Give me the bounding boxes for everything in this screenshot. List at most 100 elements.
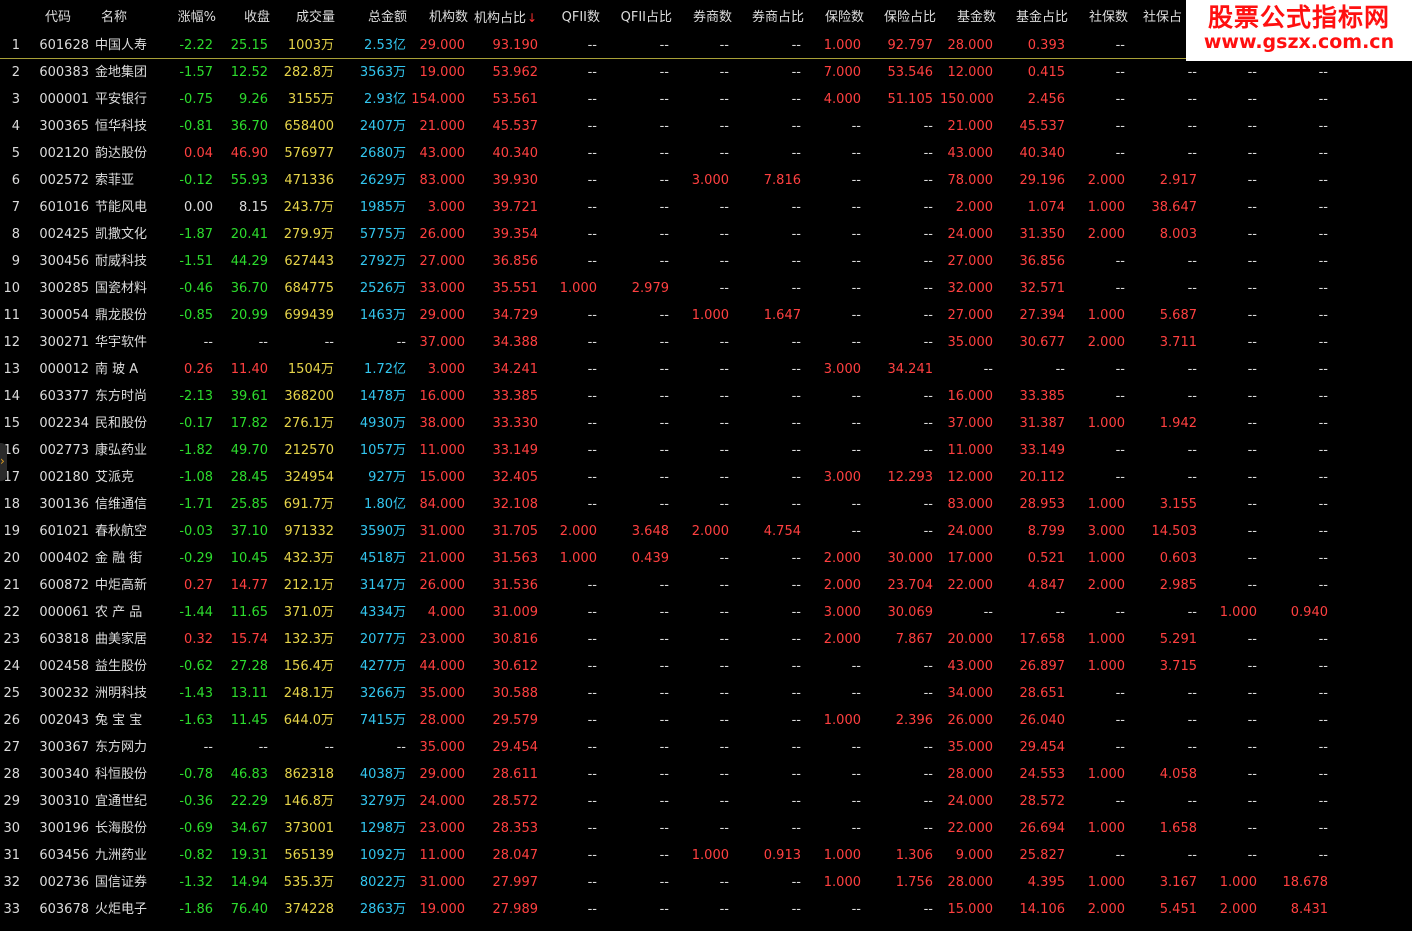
table-row[interactable]: 20 000402 金 融 街 -0.29 10.45 432.3万 4518万 21.000… [0, 545, 1412, 572]
table-row[interactable]: 28 300340 科恒股份 -0.78 46.83 862318 4038万 29.000 2… [0, 761, 1412, 788]
cell-ss-pct: 3.167 [1159, 875, 1197, 890]
cell-fund-pct: 24.553 [1019, 767, 1066, 782]
table-row[interactable]: 9 300456 耐威科技 -1.51 44.29 627443 2792万 27.000 36… [0, 248, 1412, 275]
header-social-security-count[interactable]: 社保数 [1076, 0, 1128, 32]
header-insurance-count[interactable]: 保险数 [812, 0, 864, 32]
cell-fund-cnt: 83.000 [947, 497, 994, 512]
table-row[interactable]: 27 300367 东方网力 -- -- -- -- 35.000 29.454 -- -- -- --… [0, 734, 1412, 761]
cell-name: 科恒股份 [95, 767, 148, 782]
cell-fund-cnt: 27.000 [947, 308, 994, 323]
table-row[interactable]: 32 002736 国信证券 -1.32 14.94 535.3万 8022万 31.000 2… [0, 869, 1412, 896]
cell-fund-cnt: 2.000 [955, 200, 993, 215]
cell-qfii-pct: -- [659, 362, 669, 377]
cell-x-pct: 0.940 [1290, 605, 1328, 620]
table-row[interactable]: 24 002458 益生股份 -0.62 27.28 156.4万 4277万 44.000 3… [0, 653, 1412, 680]
table-row[interactable]: 19 601021 春秋航空 -0.03 37.10 971332 3590万 31.000 3… [0, 518, 1412, 545]
cell-brk-pct: -- [791, 902, 801, 917]
cell-inst-pct: 40.340 [492, 146, 539, 161]
header-qfii-count[interactable]: QFII数 [548, 0, 600, 32]
header-volume[interactable]: 成交量 [285, 0, 335, 32]
header-inst-pct[interactable]: 机构占比↓ [474, 0, 546, 32]
cell-brk-cnt: -- [719, 794, 729, 809]
cell-qfii-pct: -- [659, 200, 669, 215]
cell-index: 30 [3, 821, 20, 836]
table-row[interactable]: 15 002234 民和股份 -0.17 17.82 276.1万 4930万 38.000 3… [0, 410, 1412, 437]
cell-amount: 7415万 [359, 713, 406, 728]
cell-ins-pct: 1.306 [895, 848, 933, 863]
header-amount[interactable]: 总金额 [357, 0, 407, 32]
cell-ss-pct: -- [1187, 740, 1197, 755]
cell-x-cnt: -- [1247, 119, 1257, 134]
table-row[interactable]: 8 002425 凯撒文化 -1.87 20.41 279.9万 5775万 26.000 39… [0, 221, 1412, 248]
table-row[interactable]: 7 601016 节能风电 0.00 8.15 243.7万 1985万 3.000 39.72… [0, 194, 1412, 221]
header-code[interactable]: 代码 [40, 0, 76, 32]
table-row[interactable]: 12 300271 华宇软件 -- -- -- -- 37.000 34.388 -- -- -- --… [0, 329, 1412, 356]
header-name[interactable]: 名称 [96, 0, 132, 32]
cell-fund-cnt: 150.000 [940, 92, 994, 107]
cell-inst-pct: 30.816 [492, 632, 539, 647]
header-inst-pct-label: 机构占比 [474, 11, 527, 26]
cell-name: 南 玻 A [95, 362, 139, 377]
cell-index: 20 [3, 551, 20, 566]
header-fund-count[interactable]: 基金数 [944, 0, 996, 32]
cell-fund-cnt: 22.000 [947, 821, 994, 836]
cell-ins-pct: -- [923, 524, 933, 539]
table-row[interactable]: 23 603818 曲美家居 0.32 15.74 132.3万 2077万 23.000 30… [0, 626, 1412, 653]
cell-change: -1.87 [179, 227, 213, 242]
table-row[interactable]: 33 603678 火炬电子 -1.86 76.40 374228 2863万 19.000 2… [0, 896, 1412, 923]
header-close[interactable]: 收盘 [230, 0, 270, 32]
cell-ss-pct: -- [1187, 470, 1197, 485]
cell-brk-pct: -- [791, 416, 801, 431]
cell-close: 11.45 [230, 713, 268, 728]
table-row[interactable]: 11 300054 鼎龙股份 -0.85 20.99 699439 1463万 29.000 3… [0, 302, 1412, 329]
cell-name: 金 融 街 [95, 551, 143, 566]
cell-index: 9 [11, 254, 20, 269]
header-inst-count[interactable]: 机构数 [420, 0, 468, 32]
cell-qfii-cnt: -- [587, 92, 597, 107]
table-row[interactable]: 21 600872 中炬高新 0.27 14.77 212.1万 3147万 26.000 31… [0, 572, 1412, 599]
table-row[interactable]: 13 000012 南 玻 A 0.26 11.40 1504万 1.72亿 3.000 34.… [0, 356, 1412, 383]
cell-x-pct: -- [1318, 740, 1328, 755]
cell-ss-cnt: -- [1115, 92, 1125, 107]
table-row[interactable]: 18 300136 信维通信 -1.71 25.85 691.7万 1.80亿 84.000 3… [0, 491, 1412, 518]
cell-inst-pct: 31.705 [492, 524, 539, 539]
header-broker-pct[interactable]: 券商占比 [740, 0, 804, 32]
header-fund-pct[interactable]: 基金占比 [1004, 0, 1068, 32]
header-qfii-pct[interactable]: QFII占比 [604, 0, 672, 32]
table-row[interactable]: 26 002043 兔 宝 宝 -1.63 11.45 644.0万 7415万 28.000… [0, 707, 1412, 734]
cell-fund-cnt: 28.000 [947, 767, 994, 782]
cell-brk-pct: -- [791, 362, 801, 377]
cell-index: 5 [11, 146, 20, 161]
table-row[interactable]: 30 300196 长海股份 -0.69 34.67 373001 1298万 23.000 2… [0, 815, 1412, 842]
cell-fund-cnt: 43.000 [947, 659, 994, 674]
table-row[interactable]: 2 600383 金地集团 -1.57 12.52 282.8万 3563万 19.000 53… [0, 59, 1412, 86]
cell-ss-cnt: 2.000 [1087, 227, 1125, 242]
cell-change: -0.12 [179, 173, 213, 188]
table-row[interactable]: 16 002773 康弘药业 -1.82 49.70 212570 1057万 11.000 3… [0, 437, 1412, 464]
table-row[interactable]: 25 300232 洲明科技 -1.43 13.11 248.1万 3266万 35.000 3… [0, 680, 1412, 707]
cell-index: 7 [11, 200, 20, 215]
table-row[interactable]: 22 000061 农 产 品 -1.44 11.65 371.0万 4334万 4.000 3… [0, 599, 1412, 626]
cell-x-cnt: -- [1247, 659, 1257, 674]
cell-name: 长海股份 [95, 821, 148, 836]
header-insurance-pct[interactable]: 保险占比 [872, 0, 936, 32]
cell-ins-pct: 23.704 [887, 578, 934, 593]
table-row[interactable]: 4 300365 恒华科技 -0.81 36.70 658400 2407万 21.000 45… [0, 113, 1412, 140]
table-row[interactable]: 14 603377 东方时尚 -2.13 39.61 368200 1478万 16.000 3… [0, 383, 1412, 410]
cell-fund-pct: 32.571 [1019, 281, 1066, 296]
header-change-pct[interactable]: 涨幅% [164, 0, 216, 32]
table-row[interactable]: 6 002572 索菲亚 -0.12 55.93 471336 2629万 83.000 39.… [0, 167, 1412, 194]
cell-volume: 1504万 [287, 362, 334, 377]
cell-ss-pct: 1.658 [1159, 821, 1197, 836]
cell-ss-cnt: -- [1115, 794, 1125, 809]
side-panel-handle[interactable]: › [0, 443, 7, 481]
table-row[interactable]: 31 603456 九洲药业 -0.82 19.31 565139 1092万 11.000 2… [0, 842, 1412, 869]
cell-inst-cnt: 23.000 [419, 821, 466, 836]
table-row[interactable]: 17 002180 艾派克 -1.08 28.45 324954 927万 15.000 32.… [0, 464, 1412, 491]
table-row[interactable]: 5 002120 韵达股份 0.04 46.90 576977 2680万 43.000 40.… [0, 140, 1412, 167]
header-broker-count[interactable]: 券商数 [680, 0, 732, 32]
table-row[interactable]: 10 300285 国瓷材料 -0.46 36.70 684775 2526万 33.000 3… [0, 275, 1412, 302]
cell-change: -1.51 [179, 254, 213, 269]
table-row[interactable]: 29 300310 宜通世纪 -0.36 22.29 146.8万 3279万 24.000 2… [0, 788, 1412, 815]
table-row[interactable]: 3 000001 平安银行 -0.75 9.26 3155万 2.93亿 154.000 53.… [0, 86, 1412, 113]
